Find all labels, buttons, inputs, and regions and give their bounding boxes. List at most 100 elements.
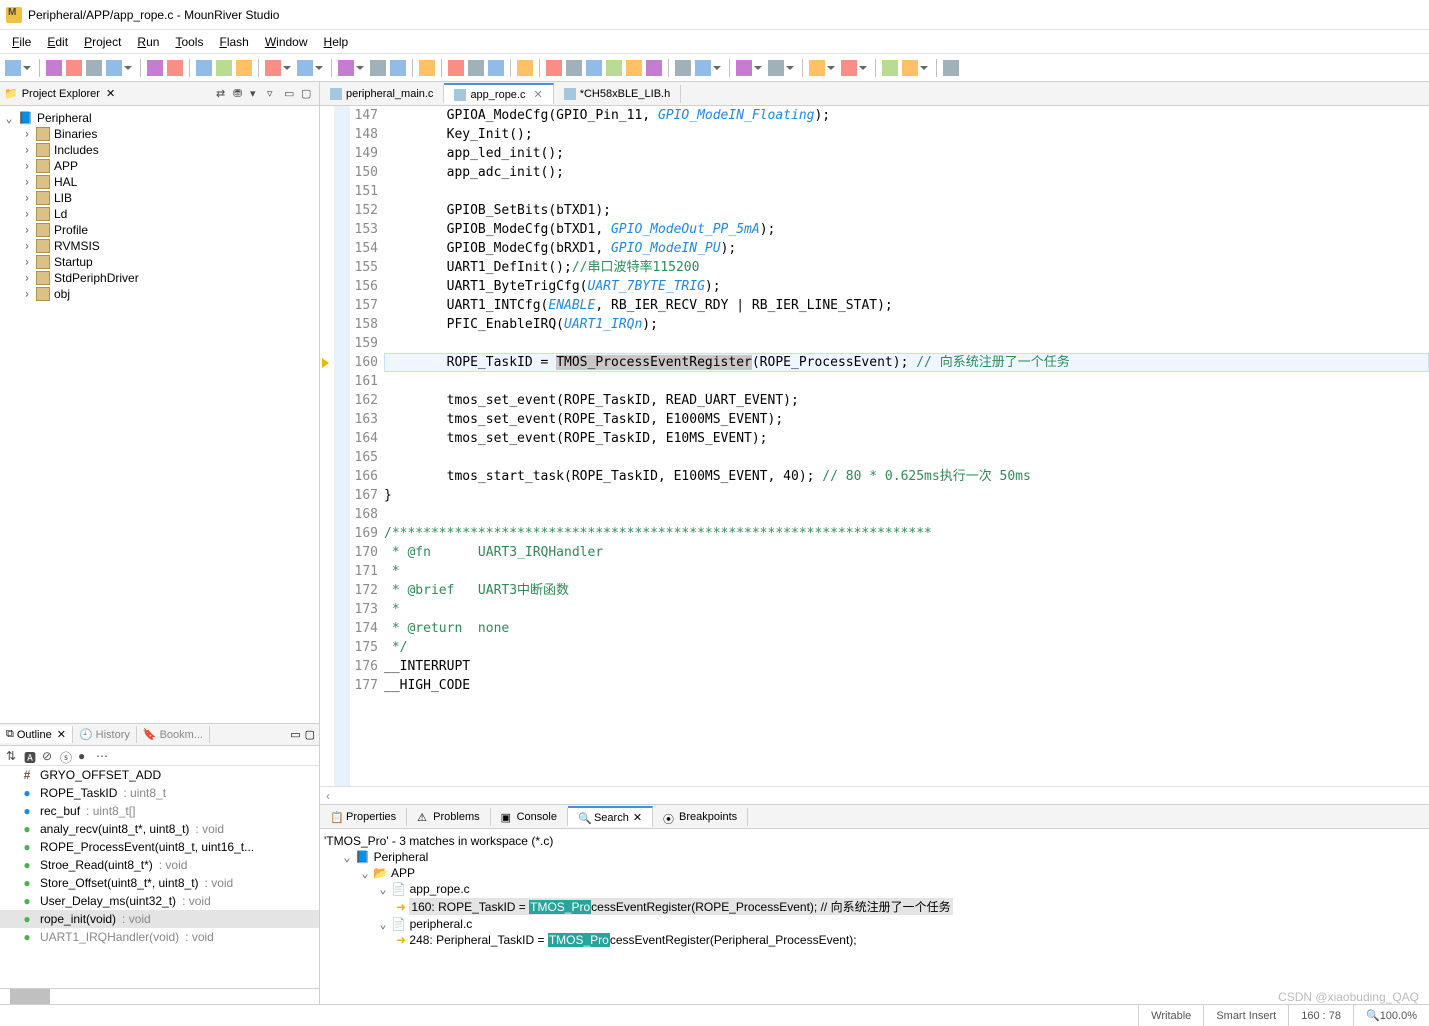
- filter-icon[interactable]: ⛃: [233, 87, 247, 101]
- menu-tools[interactable]: Tools: [167, 33, 211, 51]
- bottom-tab-problems[interactable]: ⚠Problems: [407, 808, 490, 826]
- code-line[interactable]: */: [384, 638, 1429, 657]
- menu-edit[interactable]: Edit: [39, 33, 76, 51]
- bottom-tab-search[interactable]: 🔍Search ✕: [568, 806, 653, 827]
- bottom-tab-breakpoints[interactable]: ⦿Breakpoints: [653, 808, 748, 826]
- toolbar-button[interactable]: [419, 60, 435, 76]
- toolbar-button[interactable]: [370, 60, 386, 76]
- dropdown-arrow-icon[interactable]: [315, 66, 323, 70]
- scrollbar-thumb[interactable]: [10, 989, 50, 1004]
- code-line[interactable]: tmos_set_event(ROPE_TaskID, READ_UART_EV…: [384, 391, 1429, 410]
- toolbar-button[interactable]: [646, 60, 662, 76]
- member-icon[interactable]: ⓢ: [60, 749, 74, 763]
- outline-item[interactable]: ●rope_init(void) : void: [0, 910, 319, 928]
- search-file[interactable]: ⌄ 📄 peripheral.c: [324, 916, 1425, 932]
- code-line[interactable]: * @brief UART3中断函数: [384, 581, 1429, 600]
- toolbar-button[interactable]: [943, 60, 959, 76]
- expand-toggle[interactable]: ›: [22, 287, 32, 301]
- dropdown-arrow-icon[interactable]: [754, 66, 762, 70]
- outline-item[interactable]: ●rec_buf : uint8_t[]: [0, 802, 319, 820]
- search-project[interactable]: ⌄ 📘 Peripheral: [324, 849, 1425, 865]
- toolbar-button[interactable]: [517, 60, 533, 76]
- code-line[interactable]: GPIOB_SetBits(bTXD1);: [384, 201, 1429, 220]
- menu-run[interactable]: Run: [129, 33, 167, 51]
- outline-item[interactable]: ●Stroe_Read(uint8_t*) : void: [0, 856, 319, 874]
- code-line[interactable]: app_adc_init();: [384, 163, 1429, 182]
- toolbar-button[interactable]: [106, 60, 122, 76]
- toolbar-button[interactable]: [695, 60, 711, 76]
- toolbar-button[interactable]: [768, 60, 784, 76]
- code-line[interactable]: Key_Init();: [384, 125, 1429, 144]
- outline-item[interactable]: ●analy_recv(uint8_t*, uint8_t) : void: [0, 820, 319, 838]
- bottom-tab-console[interactable]: ▣Console: [491, 808, 568, 826]
- expand-toggle[interactable]: ›: [22, 223, 32, 237]
- code-line[interactable]: GPIOB_ModeCfg(bTXD1, GPIO_ModeOut_PP_5mA…: [384, 220, 1429, 239]
- toolbar-button[interactable]: [338, 60, 354, 76]
- outline-item[interactable]: ●Store_Offset(uint8_t*, uint8_t) : void: [0, 874, 319, 892]
- toolbar-button[interactable]: [675, 60, 691, 76]
- code-line[interactable]: tmos_set_event(ROPE_TaskID, E1000MS_EVEN…: [384, 410, 1429, 429]
- code-line[interactable]: tmos_set_event(ROPE_TaskID, E10MS_EVENT)…: [384, 429, 1429, 448]
- tree-item-startup[interactable]: ›Startup: [0, 254, 319, 270]
- toolbar-button[interactable]: [841, 60, 857, 76]
- toolbar-button[interactable]: [5, 60, 21, 76]
- outline-item[interactable]: ●ROPE_TaskID : uint8_t: [0, 784, 319, 802]
- outline-item[interactable]: ●UART1_IRQHandler(void) : void: [0, 928, 319, 946]
- tab-outline[interactable]: ⧉Outline✕: [0, 726, 73, 743]
- dropdown-arrow-icon[interactable]: [713, 66, 721, 70]
- dropdown-arrow-icon[interactable]: [283, 66, 291, 70]
- toolbar-button[interactable]: [736, 60, 752, 76]
- outline-item[interactable]: ●ROPE_ProcessEvent(uint8_t, uint16_t...: [0, 838, 319, 856]
- expand-toggle[interactable]: ›: [22, 191, 32, 205]
- code-line[interactable]: /***************************************…: [384, 524, 1429, 543]
- search-match[interactable]: ➜ 160: ROPE_TaskID = TMOS_ProcessEventRe…: [324, 897, 1425, 916]
- menu-flash[interactable]: Flash: [211, 33, 256, 51]
- tree-item-binaries[interactable]: ›Binaries: [0, 126, 319, 142]
- dropdown-arrow-icon[interactable]: [356, 66, 364, 70]
- expand-toggle[interactable]: ›: [22, 271, 32, 285]
- tree-item-lib[interactable]: ›LIB: [0, 190, 319, 206]
- toolbar-button[interactable]: [566, 60, 582, 76]
- menu-icon[interactable]: ▿: [267, 87, 281, 101]
- code-line[interactable]: [384, 182, 1429, 201]
- dropdown-arrow-icon[interactable]: [920, 66, 928, 70]
- toolbar-button[interactable]: [46, 60, 62, 76]
- outline-tabs[interactable]: ⧉Outline✕ 🕘History 🔖Bookm... ▭ ▢: [0, 724, 319, 746]
- close-icon[interactable]: ✕: [533, 88, 542, 101]
- toolbar-button[interactable]: [626, 60, 642, 76]
- editor-tab[interactable]: *CH58xBLE_LIB.h: [554, 85, 682, 103]
- toolbar-button[interactable]: [488, 60, 504, 76]
- dropdown-arrow-icon[interactable]: [859, 66, 867, 70]
- main-toolbar[interactable]: [0, 54, 1429, 82]
- toolbar-button[interactable]: [546, 60, 562, 76]
- tab-history[interactable]: 🕘History: [73, 726, 137, 743]
- toolbar-button[interactable]: [265, 60, 281, 76]
- code-line[interactable]: [384, 372, 1429, 391]
- menu-file[interactable]: File: [4, 33, 39, 51]
- expand-toggle[interactable]: ›: [22, 207, 32, 221]
- code-line[interactable]: * @return none: [384, 619, 1429, 638]
- editor-tab[interactable]: app_rope.c✕: [444, 83, 553, 104]
- search-match[interactable]: ➜ 248: Peripheral_TaskID = TMOS_ProcessE…: [324, 932, 1425, 948]
- outline-toolbar[interactable]: ⇅ 🅰 ⊘ ⓢ ● ⋯: [0, 746, 319, 766]
- bottom-tabs[interactable]: 📋Properties⚠Problems▣Console🔍Search ✕⦿Br…: [320, 805, 1429, 829]
- code-line[interactable]: tmos_start_task(ROPE_TaskID, E100MS_EVEN…: [384, 467, 1429, 486]
- tree-item-rvmsis[interactable]: ›RVMSIS: [0, 238, 319, 254]
- menu-help[interactable]: Help: [316, 33, 357, 51]
- dropdown-arrow-icon[interactable]: [827, 66, 835, 70]
- code-line[interactable]: UART1_INTCfg(ENABLE, RB_IER_RECV_RDY | R…: [384, 296, 1429, 315]
- menu-bar[interactable]: FileEditProjectRunToolsFlashWindowHelp: [0, 30, 1429, 54]
- project-explorer-tree[interactable]: ⌄ 📘 Peripheral ›Binaries›Includes›APP›HA…: [0, 106, 319, 723]
- more-icon[interactable]: ⋯: [96, 749, 110, 763]
- tree-item-ld[interactable]: ›Ld: [0, 206, 319, 222]
- expand-toggle[interactable]: ›: [22, 143, 32, 157]
- code-line[interactable]: }: [384, 486, 1429, 505]
- editor-area[interactable]: 1471481491501511521531541551561571581591…: [320, 106, 1429, 786]
- fold-gutter[interactable]: [334, 106, 350, 786]
- toolbar-button[interactable]: [147, 60, 163, 76]
- code-line[interactable]: [384, 505, 1429, 524]
- toolbar-button[interactable]: [216, 60, 232, 76]
- outline-list[interactable]: #GRYO_OFFSET_ADD●ROPE_TaskID : uint8_t●r…: [0, 766, 319, 988]
- code-line[interactable]: *: [384, 562, 1429, 581]
- dropdown-arrow-icon[interactable]: [23, 66, 31, 70]
